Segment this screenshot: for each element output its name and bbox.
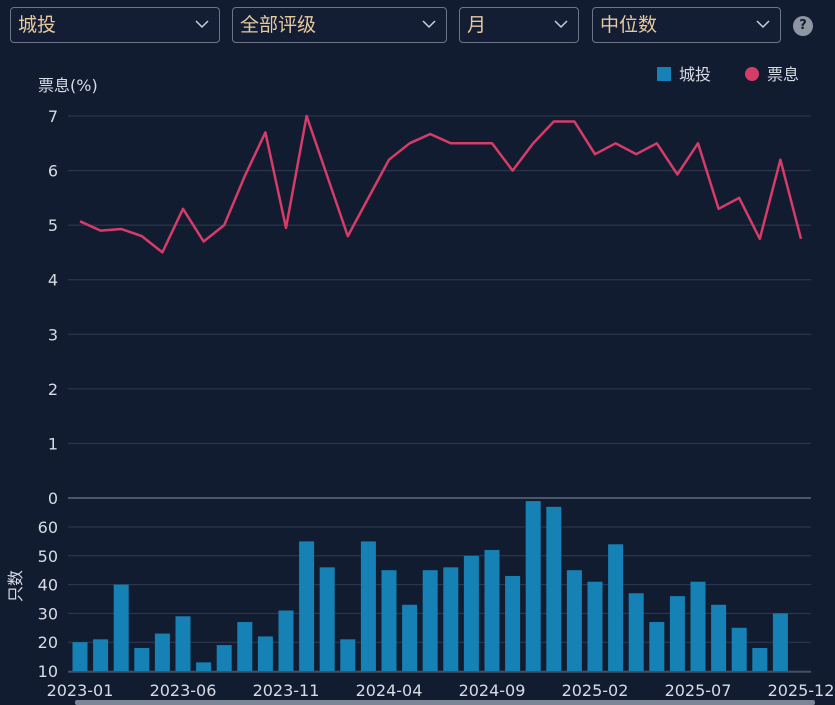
y-tick-label: 5 xyxy=(48,216,58,235)
coupon-count-chart: 0 1 2 3 4 5 6 7 10 20 30 40 50 60 2023-01 2023-06 2023-1… xyxy=(6,65,835,705)
y-tick-label: 6 xyxy=(48,162,58,181)
legend-swatch-line xyxy=(745,67,759,81)
bar xyxy=(257,636,273,671)
bar xyxy=(237,622,253,671)
y-tick-label: 0 xyxy=(48,489,58,508)
bar xyxy=(546,506,562,671)
bar xyxy=(566,570,582,671)
y-tick-label: 3 xyxy=(48,325,58,344)
bar xyxy=(731,627,747,671)
bar xyxy=(402,604,418,671)
bar xyxy=(628,593,644,671)
bar xyxy=(752,647,768,671)
coupon-line xyxy=(79,114,803,254)
bar xyxy=(113,584,129,671)
count-tick-label: 60 xyxy=(38,518,58,537)
y-tick-label: 7 xyxy=(48,107,58,126)
count-tick-label: 40 xyxy=(38,576,58,595)
x-tick-label: 2023-06 xyxy=(150,681,217,700)
x-tick-label: 2024-09 xyxy=(459,681,526,700)
x-tick-label: 2025-12 xyxy=(768,681,835,700)
y-tick-label: 4 xyxy=(48,271,58,290)
bar xyxy=(299,541,315,671)
bar xyxy=(443,567,459,671)
bar xyxy=(340,639,356,671)
bar xyxy=(525,501,541,671)
legend-swatch-bar xyxy=(657,67,671,81)
bar xyxy=(505,575,521,671)
x-tick-label: 2025-02 xyxy=(562,681,629,700)
bar xyxy=(319,567,335,671)
bar xyxy=(154,633,170,671)
bar xyxy=(196,662,212,671)
bar xyxy=(93,639,109,671)
count-tick-label: 30 xyxy=(38,604,58,623)
bar xyxy=(608,544,624,671)
bar xyxy=(484,550,500,671)
x-tick-label: 2023-11 xyxy=(253,681,320,700)
legend-label: 城投 xyxy=(679,65,711,84)
x-tick-label: 2025-07 xyxy=(665,681,732,700)
count-tick-label: 20 xyxy=(38,633,58,652)
x-tick-label: 2023-01 xyxy=(47,681,114,700)
count-axis-title: 只数 xyxy=(6,570,25,602)
bar xyxy=(669,596,685,671)
bar xyxy=(278,610,294,671)
y-tick-label: 2 xyxy=(48,380,58,399)
x-tick-label: 2024-04 xyxy=(356,681,423,700)
bar xyxy=(175,616,191,671)
count-tick-label: 10 xyxy=(38,662,58,681)
bar xyxy=(772,613,788,671)
horizontal-scrollbar[interactable] xyxy=(75,700,815,705)
bar xyxy=(649,622,665,671)
coupon-axis-title: 票息(%) xyxy=(38,76,98,95)
bar xyxy=(463,555,479,671)
bar xyxy=(381,570,397,671)
bar xyxy=(587,581,603,671)
y-tick-label: 1 xyxy=(48,434,58,453)
bar xyxy=(360,541,376,671)
bar xyxy=(422,570,438,671)
legend-label: 票息 xyxy=(767,65,799,84)
bar xyxy=(72,642,88,671)
bar xyxy=(134,647,150,671)
bar xyxy=(711,604,727,671)
count-tick-label: 50 xyxy=(38,547,58,566)
bar xyxy=(216,645,232,671)
bar xyxy=(690,581,706,671)
